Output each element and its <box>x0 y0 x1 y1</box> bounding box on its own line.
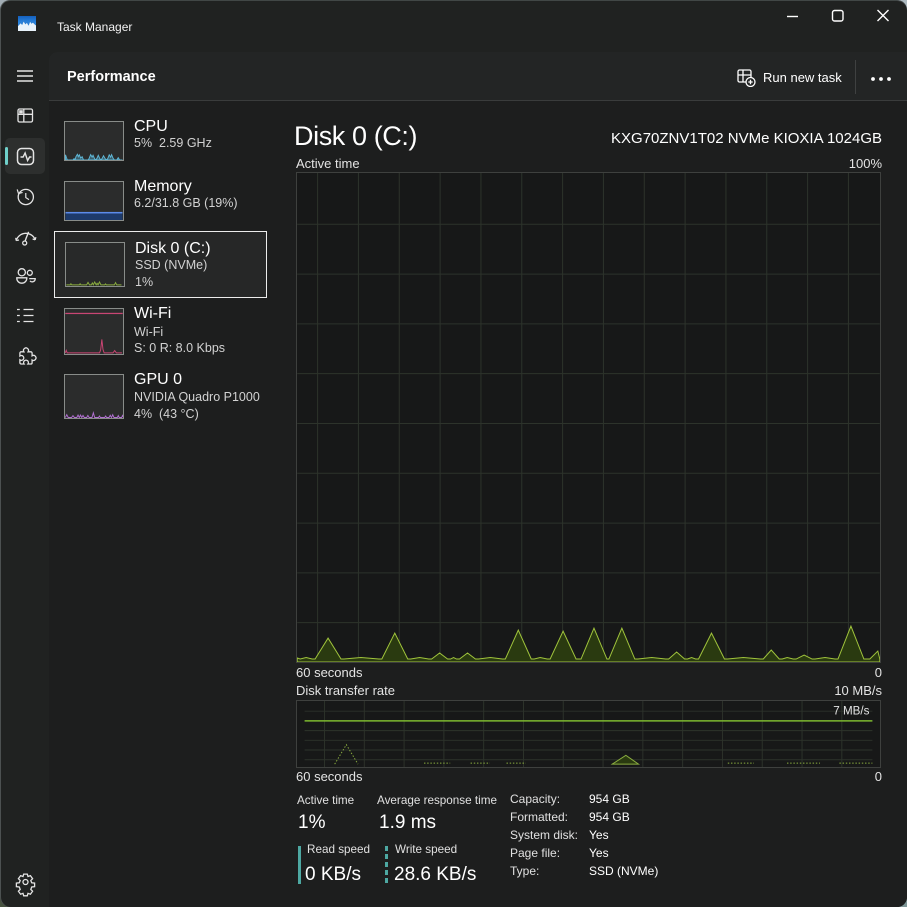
svg-text:7 MB/s: 7 MB/s <box>833 705 869 718</box>
